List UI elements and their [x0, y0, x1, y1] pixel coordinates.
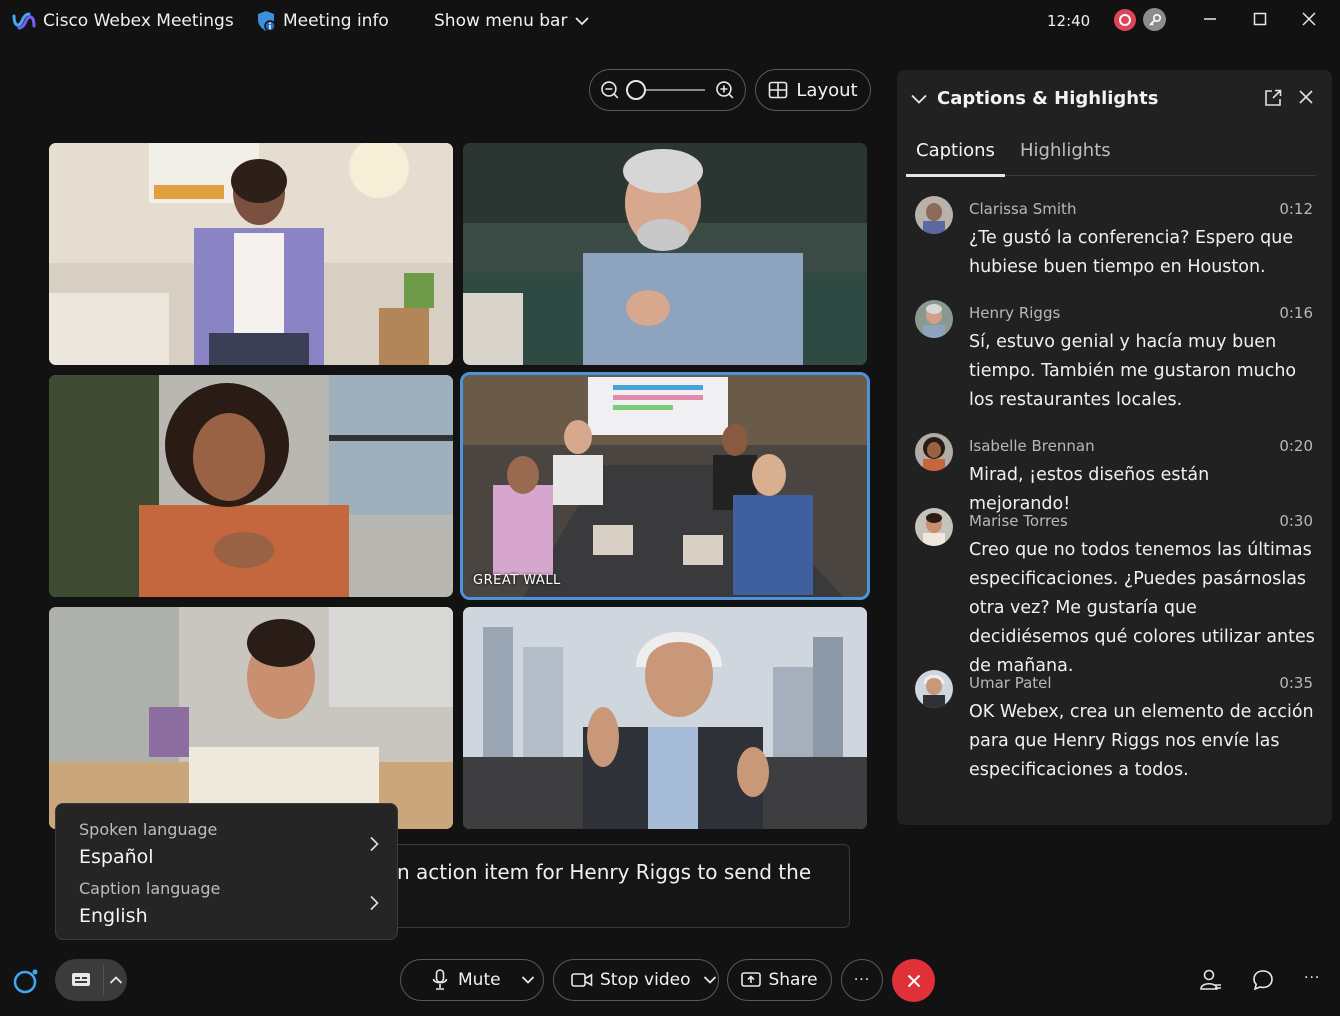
speaker-name: Henry Riggs: [969, 304, 1061, 322]
spoken-language-label: Spoken language: [79, 820, 218, 839]
more-options-button[interactable]: ···: [841, 959, 883, 1001]
video-tile-1[interactable]: [49, 143, 453, 365]
caption-timestamp: 0:30: [1279, 512, 1313, 530]
avatar: [915, 300, 953, 338]
caption-language-value: English: [79, 905, 148, 927]
clock: 12:40: [1047, 12, 1091, 30]
language-menu: Spoken language Español Caption language…: [55, 803, 398, 940]
share-button[interactable]: Share: [727, 959, 832, 1001]
speaker-name: Clarissa Smith: [969, 200, 1077, 218]
app-title: Cisco Webex Meetings: [12, 0, 234, 42]
video-camera-icon: [571, 973, 593, 987]
chevron-down-icon: [575, 17, 590, 26]
microphone-icon: [432, 969, 448, 990]
key-icon[interactable]: [1143, 8, 1166, 31]
zoom-slider-handle[interactable]: [625, 80, 646, 100]
more-options-icon[interactable]: ···: [1304, 970, 1320, 986]
panel-tabs: Captions Highlights: [906, 132, 1316, 177]
close-window-icon[interactable]: [1294, 6, 1324, 32]
chat-icon[interactable]: [1251, 968, 1275, 992]
caption-text: Mirad, ¡estos diseños están mejorando!: [969, 465, 1210, 514]
tile-label: GREAT WALL: [473, 573, 561, 588]
panel-header[interactable]: Captions & Highlights: [911, 88, 1158, 109]
layout-label: Layout: [796, 79, 858, 101]
spoken-language-item[interactable]: Spoken language Español: [79, 820, 379, 878]
share-screen-icon: [741, 972, 762, 987]
video-tile-5[interactable]: [49, 607, 453, 829]
stop-video-button[interactable]: Stop video: [553, 959, 719, 1001]
caption-text: Creo que no todos tenemos las últimas es…: [969, 540, 1315, 676]
minimize-icon[interactable]: [1195, 6, 1225, 32]
chevron-right-icon: [370, 836, 379, 852]
meeting-info-button[interactable]: Meeting info: [256, 0, 389, 42]
zoom-slider[interactable]: [625, 80, 706, 100]
chevron-right-icon: [370, 895, 379, 911]
video-tile-3[interactable]: [49, 375, 453, 597]
avatar: [915, 196, 953, 234]
show-menu-bar-label: Show menu bar: [434, 11, 568, 31]
chevron-down-icon[interactable]: [703, 975, 717, 985]
pop-out-icon[interactable]: [1264, 89, 1282, 107]
tab-captions[interactable]: Captions: [906, 140, 1005, 177]
chevron-up-icon[interactable]: [109, 975, 123, 985]
participants-icon[interactable]: [1199, 968, 1223, 992]
shield-info-icon: [258, 11, 276, 32]
divider: [103, 965, 104, 995]
zoom-in-icon[interactable]: [715, 80, 735, 100]
video-tile-2[interactable]: [463, 143, 867, 365]
maximize-icon[interactable]: [1245, 6, 1275, 32]
meeting-info-label: Meeting info: [283, 11, 389, 31]
layout-grid-icon: [769, 81, 788, 99]
avatar: [915, 508, 953, 546]
avatar: [915, 670, 953, 708]
closed-captions-control: [55, 959, 127, 1001]
caption-text: OK Webex, crea un elemento de acción par…: [969, 702, 1314, 780]
stop-video-label: Stop video: [600, 970, 691, 990]
captions-panel: Captions & Highlights Captions Highlight…: [897, 70, 1332, 825]
live-caption-box: n action item for Henry Riggs to send th…: [390, 844, 850, 928]
panel-title: Captions & Highlights: [937, 88, 1159, 109]
layout-button[interactable]: Layout: [755, 69, 871, 111]
end-call-button[interactable]: [892, 959, 935, 1002]
mute-label: Mute: [458, 970, 501, 990]
live-caption-text: n action item for Henry Riggs to send th…: [397, 860, 812, 884]
app-name: Cisco Webex Meetings: [43, 11, 234, 31]
spoken-language-value: Español: [79, 846, 154, 868]
caption-timestamp: 0:20: [1279, 437, 1313, 455]
title-bar: Cisco Webex Meetings Meeting info Show m…: [0, 0, 1340, 44]
mute-button[interactable]: Mute: [400, 959, 544, 1001]
video-tile-6[interactable]: [463, 607, 867, 829]
caption-language-item[interactable]: Caption language English: [79, 879, 379, 937]
chevron-down-icon[interactable]: [521, 975, 535, 985]
caption-timestamp: 0:16: [1279, 304, 1313, 322]
caption-timestamp: 0:35: [1279, 674, 1313, 692]
close-icon: [907, 974, 920, 987]
caption-text: ¿Te gustó la conferencia? Espero que hub…: [969, 228, 1294, 277]
caption-language-label: Caption language: [79, 879, 221, 898]
speaker-name: Marise Torres: [969, 512, 1068, 530]
share-label: Share: [768, 970, 818, 990]
more-options-icon: ···: [853, 972, 871, 988]
closed-captions-icon: [72, 973, 90, 986]
webex-logo-icon: [12, 12, 36, 30]
recording-icon[interactable]: [1114, 9, 1136, 31]
speaker-name: Umar Patel: [969, 674, 1052, 692]
caption-text: Sí, estuvo genial y hacía muy buen tiemp…: [969, 332, 1297, 410]
video-tile-4-active-speaker[interactable]: GREAT WALL: [460, 372, 870, 600]
closed-captions-button[interactable]: [61, 962, 101, 998]
caption-timestamp: 0:12: [1279, 200, 1313, 218]
close-icon[interactable]: [1298, 89, 1314, 105]
chevron-down-icon[interactable]: [911, 94, 927, 104]
tab-highlights[interactable]: Highlights: [1020, 140, 1111, 161]
zoom-out-icon[interactable]: [600, 80, 620, 100]
speaker-name: Isabelle Brennan: [969, 437, 1095, 455]
avatar: [915, 433, 953, 471]
zoom-control: [589, 69, 746, 111]
webex-assistant-icon[interactable]: [11, 966, 41, 996]
show-menu-bar-button[interactable]: Show menu bar: [434, 0, 590, 42]
